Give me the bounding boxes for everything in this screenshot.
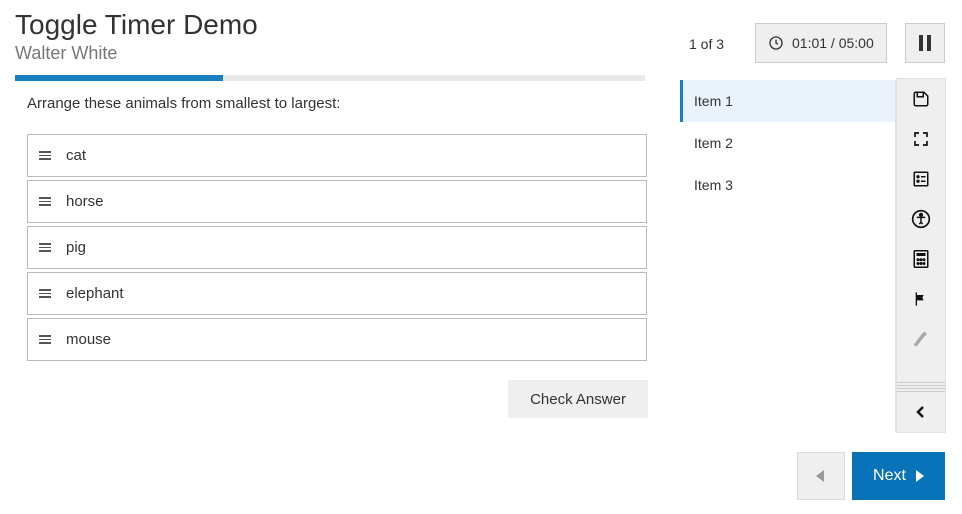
drag-handle-icon — [38, 335, 52, 344]
nav-item-2[interactable]: Item 2 — [680, 122, 895, 164]
previous-button[interactable] — [797, 452, 845, 500]
calculator-button[interactable] — [897, 239, 945, 279]
clock-icon — [768, 35, 784, 51]
nav-item-label: Item 2 — [694, 135, 733, 151]
nav-item-label: Item 3 — [694, 177, 733, 193]
save-icon — [912, 90, 930, 108]
line-reader-icon — [912, 331, 930, 347]
calculator-icon — [913, 250, 929, 268]
fullscreen-icon — [913, 131, 929, 147]
sort-item[interactable]: horse — [27, 180, 647, 223]
drag-handle-icon — [38, 151, 52, 160]
review-icon — [912, 170, 930, 188]
drag-handle-icon — [38, 243, 52, 252]
nav-item-label: Item 1 — [694, 93, 733, 109]
chevron-left-icon — [916, 405, 926, 419]
pause-button[interactable] — [905, 23, 945, 63]
triangle-right-icon — [914, 470, 924, 482]
drag-handle-icon — [38, 197, 52, 206]
item-navigation: Item 1 Item 2 Item 3 — [680, 80, 896, 432]
drag-handle-icon — [38, 289, 52, 298]
author-name: Walter White — [15, 43, 258, 64]
flag-button[interactable] — [897, 279, 945, 319]
sort-item-label: elephant — [66, 285, 124, 302]
item-counter: 1 of 3 — [689, 36, 724, 52]
sort-item-label: cat — [66, 147, 86, 164]
line-reader-button — [897, 319, 945, 359]
progress-bar — [15, 75, 645, 81]
nav-item-1[interactable]: Item 1 — [680, 80, 895, 122]
timer-text: 01:01 / 05:00 — [792, 35, 874, 51]
collapse-rail-button[interactable] — [897, 392, 945, 432]
question-prompt: Arrange these animals from smallest to l… — [27, 95, 647, 112]
triangle-left-icon — [816, 470, 826, 482]
sort-item-label: mouse — [66, 331, 111, 348]
accessibility-icon — [911, 209, 931, 229]
sort-item[interactable]: mouse — [27, 318, 647, 361]
tool-rail — [896, 78, 946, 433]
sort-item-label: horse — [66, 193, 104, 210]
save-button[interactable] — [897, 79, 945, 119]
sort-item[interactable]: pig — [27, 226, 647, 269]
page-title: Toggle Timer Demo — [15, 10, 258, 41]
check-answer-button[interactable]: Check Answer — [508, 380, 648, 418]
header: Toggle Timer Demo Walter White — [15, 10, 258, 64]
timer-display[interactable]: 01:01 / 05:00 — [755, 23, 887, 63]
sort-item[interactable]: elephant — [27, 272, 647, 315]
fullscreen-button[interactable] — [897, 119, 945, 159]
flag-icon — [913, 290, 929, 308]
rail-grip — [897, 382, 945, 392]
review-button[interactable] — [897, 159, 945, 199]
progress-fill — [15, 75, 223, 81]
sortable-list: cat horse pig elephant mouse — [27, 134, 647, 361]
question-area: Arrange these animals from smallest to l… — [27, 95, 647, 361]
nav-item-3[interactable]: Item 3 — [680, 164, 895, 206]
accessibility-button[interactable] — [897, 199, 945, 239]
next-label: Next — [873, 467, 906, 485]
pause-icon — [918, 35, 932, 51]
next-button[interactable]: Next — [852, 452, 945, 500]
sort-item[interactable]: cat — [27, 134, 647, 177]
sort-item-label: pig — [66, 239, 86, 256]
